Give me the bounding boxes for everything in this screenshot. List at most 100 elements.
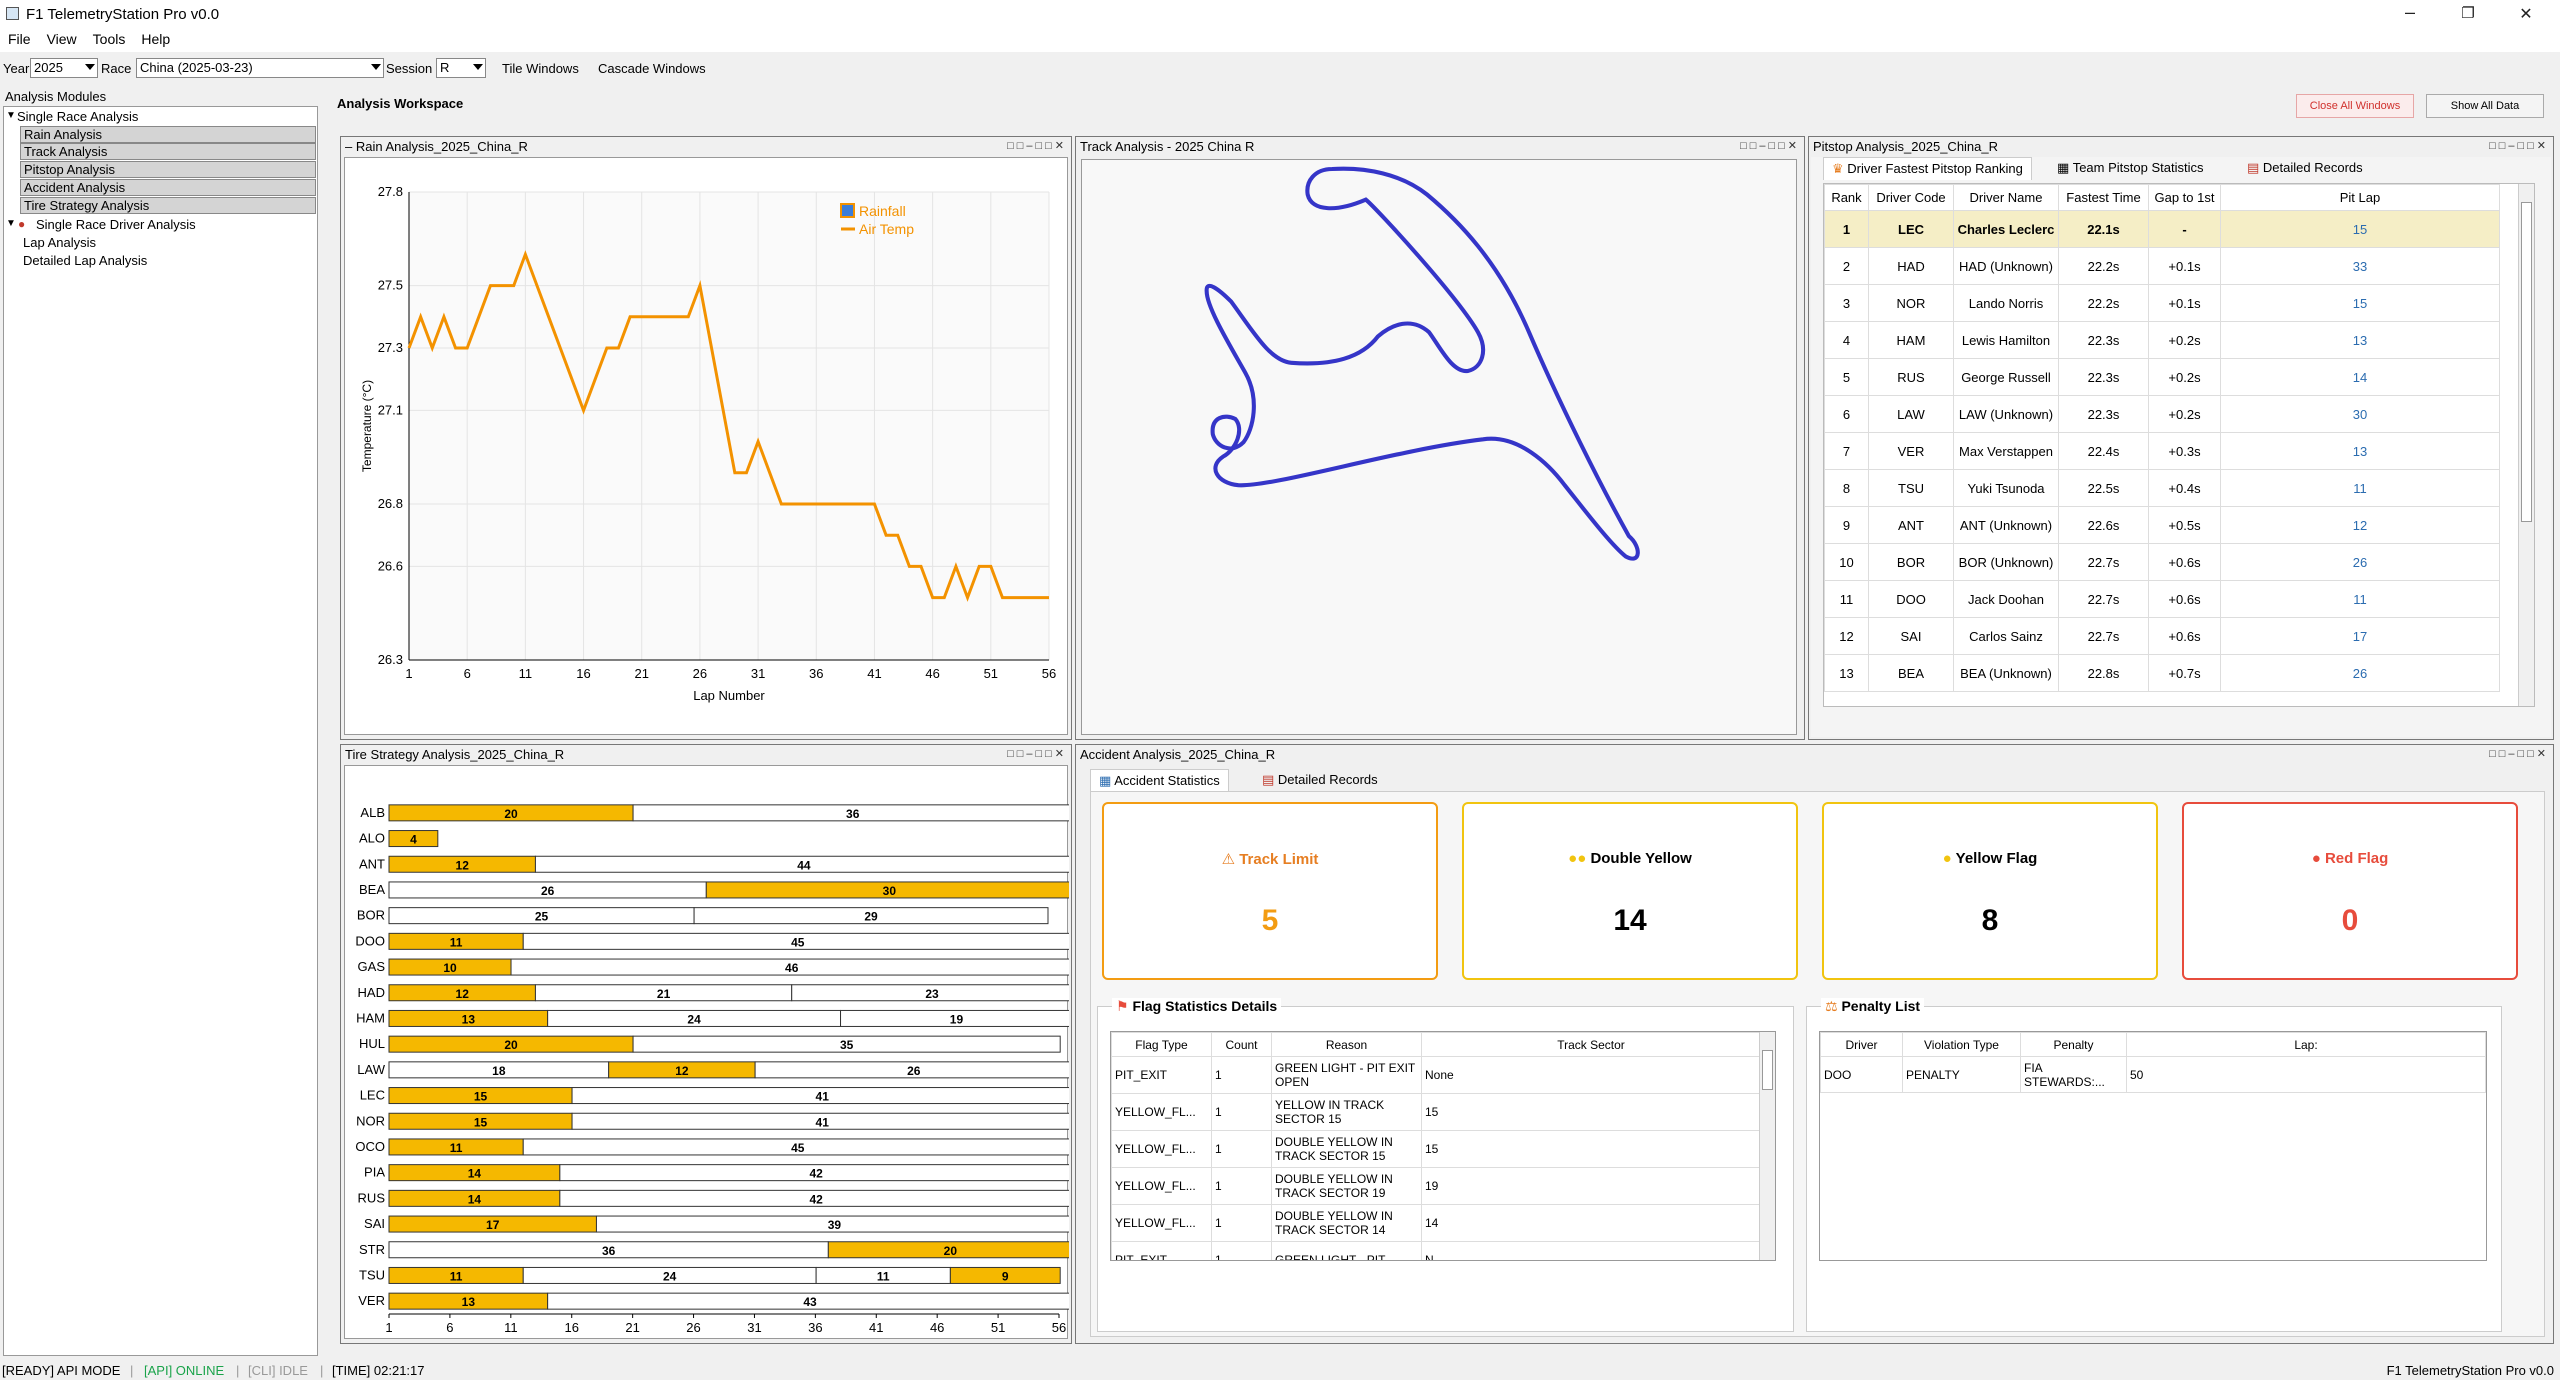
col-lap: Lap:: [2126, 1032, 2486, 1057]
table-row[interactable]: YELLOW_FL... 1 DOUBLE YELLOW IN TRACK SECT…: [1111, 1167, 1761, 1205]
table-cell: TSU: [1868, 469, 1954, 507]
table-row[interactable]: 11 DOO Jack Doohan 22.7s +0.6s 11: [1824, 580, 2500, 618]
table-row[interactable]: DOO PENALTY FIA STEWARDS:... 50: [1820, 1056, 2486, 1093]
status-separator: |: [236, 1363, 240, 1378]
driver-label: TSU: [359, 1267, 385, 1282]
close-button[interactable]: ✕: [2506, 4, 2546, 24]
table-cell: YELLOW IN TRACK SECTOR 15: [1271, 1093, 1422, 1131]
x-tick-label: 41: [867, 666, 881, 681]
table-cell: SAI: [1868, 617, 1954, 655]
flag-statistics-group: ⚑ Flag Statistics Details Flag Type Coun…: [1097, 998, 1794, 1332]
minimize-button[interactable]: –: [2390, 2, 2430, 23]
window-controls-icon[interactable]: □□–□□✕: [2489, 139, 2549, 152]
table-row[interactable]: 8 TSU Yuki Tsunoda 22.5s +0.4s 11: [1824, 469, 2500, 507]
window-controls-icon[interactable]: □□–□□✕: [1007, 139, 1067, 152]
card-label: ⚠ Track Limit: [1104, 850, 1436, 868]
status-api: [API] ONLINE: [144, 1363, 225, 1378]
menu-help[interactable]: Help: [133, 28, 178, 50]
table-row[interactable]: 7 VER Max Verstappen 22.4s +0.3s 13: [1824, 432, 2500, 470]
tree-item-tire[interactable]: Tire Strategy Analysis: [20, 197, 316, 214]
menu-view[interactable]: View: [39, 28, 85, 50]
maximize-button[interactable]: ❐: [2448, 4, 2488, 22]
tree-group-single-race[interactable]: Single Race Analysis: [17, 109, 138, 124]
stint-label: 19: [950, 1012, 964, 1026]
expand-icon[interactable]: ▼: [6, 110, 16, 121]
window-controls-icon[interactable]: □□–□□✕: [2489, 747, 2549, 760]
tab-detailed-records[interactable]: ▤ Detailed Records: [2239, 157, 2371, 179]
table-row[interactable]: 13 BEA BEA (Unknown) 22.8s +0.7s 26: [1824, 654, 2500, 692]
scrollbar-thumb[interactable]: [1762, 1050, 1773, 1090]
show-all-data-button[interactable]: Show All Data: [2426, 94, 2544, 118]
menu-file[interactable]: File: [0, 28, 39, 50]
driver-label: ANT: [359, 856, 385, 871]
stint-label: 26: [907, 1064, 921, 1078]
table-row[interactable]: 1 LEC Charles Leclerc 22.1s -15: [1824, 210, 2500, 248]
tree-item-accident[interactable]: Accident Analysis: [20, 179, 316, 196]
tree-item-lap[interactable]: Lap Analysis: [23, 235, 96, 250]
tree-item-pitstop[interactable]: Pitstop Analysis: [20, 161, 316, 178]
tree-group-driver[interactable]: Single Race Driver Analysis: [36, 217, 196, 232]
table-row[interactable]: PIT_EXIT 1 GREEN LIGHT - PIT EXIT OPEN None: [1111, 1056, 1761, 1094]
stint-label: 12: [675, 1064, 689, 1078]
race-value: China (2025-03-23): [140, 60, 253, 75]
stint-label: 14: [468, 1167, 482, 1181]
y-tick-label: 26.3: [378, 652, 403, 667]
table-row[interactable]: PIT_EXIT 1 GREEN LIGHT - PIT N: [1111, 1241, 1761, 1260]
col-violation: Violation Type: [1902, 1032, 2021, 1057]
tab-label: Detailed Records: [1277, 772, 1378, 787]
tree-item-track[interactable]: Track Analysis: [20, 143, 316, 160]
scrollbar[interactable]: [2518, 184, 2534, 706]
race-select[interactable]: China (2025-03-23): [136, 58, 384, 78]
year-select[interactable]: 2025: [30, 58, 98, 78]
close-all-windows-button[interactable]: Close All Windows: [2296, 94, 2414, 118]
x-tick-label: 11: [504, 1320, 518, 1335]
table-row[interactable]: YELLOW_FL... 1 YELLOW IN TRACK SECTOR 15 15: [1111, 1093, 1761, 1131]
tab-accident-detailed[interactable]: ▤ Detailed Records: [1254, 769, 1386, 791]
stint-label: 20: [504, 1038, 518, 1052]
table-cell: 14: [1421, 1204, 1761, 1242]
menu-tools[interactable]: Tools: [85, 28, 134, 50]
tile-windows-button[interactable]: Tile Windows: [502, 61, 579, 76]
tree-item-rain[interactable]: Rain Analysis: [20, 126, 316, 143]
table-cell: +0.6s: [2148, 617, 2221, 655]
table-row[interactable]: 4 HAM Lewis Hamilton 22.3s +0.2s 13: [1824, 321, 2500, 359]
stint-label: 18: [492, 1064, 506, 1078]
table-row[interactable]: YELLOW_FL... 1 DOUBLE YELLOW IN TRACK SECT…: [1111, 1204, 1761, 1242]
table-cell: BOR (Unknown): [1953, 543, 2059, 581]
table-row[interactable]: 2 HAD HAD (Unknown) 22.2s +0.1s 33: [1824, 247, 2500, 285]
table-row[interactable]: 12 SAI Carlos Sainz 22.7s +0.6s 17: [1824, 617, 2500, 655]
tree-item-detailed-lap[interactable]: Detailed Lap Analysis: [23, 253, 147, 268]
table-cell: 1: [1211, 1241, 1272, 1260]
table-row[interactable]: YELLOW_FL... 1 DOUBLE YELLOW IN TRACK SECT…: [1111, 1130, 1761, 1168]
rain-chart: 27.827.527.327.126.826.626.31 6 11 16 21 26 31…: [360, 184, 1056, 703]
card-label-text: Red Flag: [2324, 850, 2389, 867]
session-select[interactable]: R: [436, 58, 486, 78]
x-tick-label: 26: [693, 666, 707, 681]
tab-driver-fastest[interactable]: ♛ Driver Fastest Pitstop Ranking: [1823, 157, 2032, 180]
scrollbar-thumb[interactable]: [2521, 202, 2532, 522]
table-cell: Carlos Sainz: [1953, 617, 2059, 655]
x-tick-label: 16: [564, 1320, 578, 1335]
table-cell: 13: [2220, 432, 2500, 470]
window-controls-icon[interactable]: □□–□□✕: [1740, 139, 1800, 152]
table-row[interactable]: 10 BOR BOR (Unknown) 22.7s +0.6s 26: [1824, 543, 2500, 581]
y-tick-label: 26.6: [378, 558, 403, 573]
table-cell: YELLOW_FL...: [1111, 1130, 1212, 1168]
x-tick-label: 56: [1042, 666, 1056, 681]
status-separator: |: [130, 1363, 134, 1378]
table-cell: 8: [1824, 469, 1869, 507]
table-cell: FIA STEWARDS:...: [2020, 1056, 2127, 1093]
table-cell: 33: [2220, 247, 2500, 285]
scrollbar[interactable]: [1759, 1032, 1775, 1260]
table-row[interactable]: 9 ANT ANT (Unknown) 22.6s +0.5s 12: [1824, 506, 2500, 544]
window-controls-icon[interactable]: □□–□□✕: [1007, 747, 1067, 760]
expand-icon[interactable]: ▼: [6, 218, 16, 229]
tab-accident-statistics[interactable]: ▦ Accident Statistics: [1090, 769, 1229, 792]
table-row[interactable]: 3 NOR Lando Norris 22.2s +0.1s 15: [1824, 284, 2500, 322]
table-row[interactable]: 5 RUS George Russell 22.3s +0.2s 14: [1824, 358, 2500, 396]
table-row[interactable]: 6 LAW LAW (Unknown) 22.3s +0.2s 30: [1824, 395, 2500, 433]
tab-team-stats[interactable]: ▦ Team Pitstop Statistics: [2049, 157, 2211, 179]
cascade-windows-button[interactable]: Cascade Windows: [598, 61, 706, 76]
driver-label: NOR: [356, 1113, 385, 1128]
card-value: 14: [1613, 904, 1647, 937]
